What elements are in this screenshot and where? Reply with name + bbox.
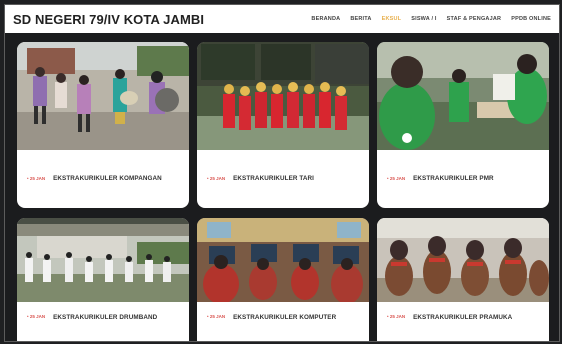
card-title[interactable]: EKSTRAKURIKULER KOMPANGAN bbox=[53, 175, 162, 182]
card-title[interactable]: EKSTRAKURIKULER PMR bbox=[413, 175, 494, 182]
card-meta: • 25 JAN EKSTRAKURIKULER KOMPUTER bbox=[197, 314, 369, 341]
card-tag: • 25 JAN bbox=[207, 176, 226, 181]
main-nav: BERANDA BERITA EKSUL SISWA / I STAF & PE… bbox=[311, 16, 551, 22]
card-kompangan[interactable]: • 25 JAN EKSTRAKURIKULER KOMPANGAN bbox=[17, 42, 189, 208]
card-meta: • 25 JAN EKSTRAKURIKULER PRAMUKA bbox=[377, 314, 549, 341]
card-tag: • 25 JAN bbox=[27, 314, 46, 319]
card-komputer[interactable]: • 25 JAN EKSTRAKURIKULER KOMPUTER bbox=[197, 218, 369, 341]
pramuka-photo bbox=[377, 218, 549, 302]
nav-siswa[interactable]: SISWA / I bbox=[411, 16, 436, 22]
card-tag: • 25 JAN bbox=[387, 314, 406, 319]
nav-eksul[interactable]: EKSUL bbox=[382, 16, 402, 22]
nav-beranda[interactable]: BERANDA bbox=[311, 16, 340, 22]
kompangan-photo bbox=[17, 42, 189, 150]
card-tag: • 25 JAN bbox=[387, 176, 406, 181]
card-meta: • 25 JAN EKSTRAKURIKULER TARI bbox=[197, 175, 369, 182]
pmr-photo bbox=[377, 42, 549, 150]
card-meta: • 25 JAN EKSTRAKURIKULER KOMPANGAN bbox=[17, 175, 189, 182]
card-pramuka[interactable]: • 25 JAN EKSTRAKURIKULER PRAMUKA bbox=[377, 218, 549, 341]
site-brand[interactable]: SD NEGERI 79/IV KOTA JAMBI bbox=[13, 12, 204, 27]
card-tag: • 25 JAN bbox=[27, 176, 46, 181]
browser-viewport: SD NEGERI 79/IV KOTA JAMBI BERANDA BERIT… bbox=[4, 4, 560, 342]
card-title[interactable]: EKSTRAKURIKULER TARI bbox=[233, 175, 314, 182]
card-title[interactable]: EKSTRAKURIKULER KOMPUTER bbox=[233, 314, 336, 321]
card-meta: • 25 JAN EKSTRAKURIKULER DRUMBAND bbox=[17, 314, 189, 341]
navbar: SD NEGERI 79/IV KOTA JAMBI BERANDA BERIT… bbox=[5, 5, 559, 33]
nav-staf-pengajar[interactable]: STAF & PENGAJAR bbox=[447, 16, 502, 22]
card-title[interactable]: EKSTRAKURIKULER PRAMUKA bbox=[413, 314, 512, 321]
card-drumband[interactable]: • 25 JAN EKSTRAKURIKULER DRUMBAND bbox=[17, 218, 189, 341]
card-tag: • 25 JAN bbox=[207, 314, 226, 319]
card-pmr[interactable]: • 25 JAN EKSTRAKURIKULER PMR bbox=[377, 42, 549, 208]
komputer-photo bbox=[197, 218, 369, 302]
card-tari[interactable]: • 25 JAN EKSTRAKURIKULER TARI bbox=[197, 42, 369, 208]
card-meta: • 25 JAN EKSTRAKURIKULER PMR bbox=[377, 175, 549, 182]
extracurricular-grid: • 25 JAN EKSTRAKURIKULER KOMPANGAN • 25 … bbox=[17, 42, 549, 341]
card-title[interactable]: EKSTRAKURIKULER DRUMBAND bbox=[53, 314, 157, 321]
nav-berita[interactable]: BERITA bbox=[350, 16, 371, 22]
nav-ppdb-online[interactable]: PPDB ONLINE bbox=[511, 16, 551, 22]
tari-photo bbox=[197, 42, 369, 150]
drumband-photo bbox=[17, 218, 189, 302]
